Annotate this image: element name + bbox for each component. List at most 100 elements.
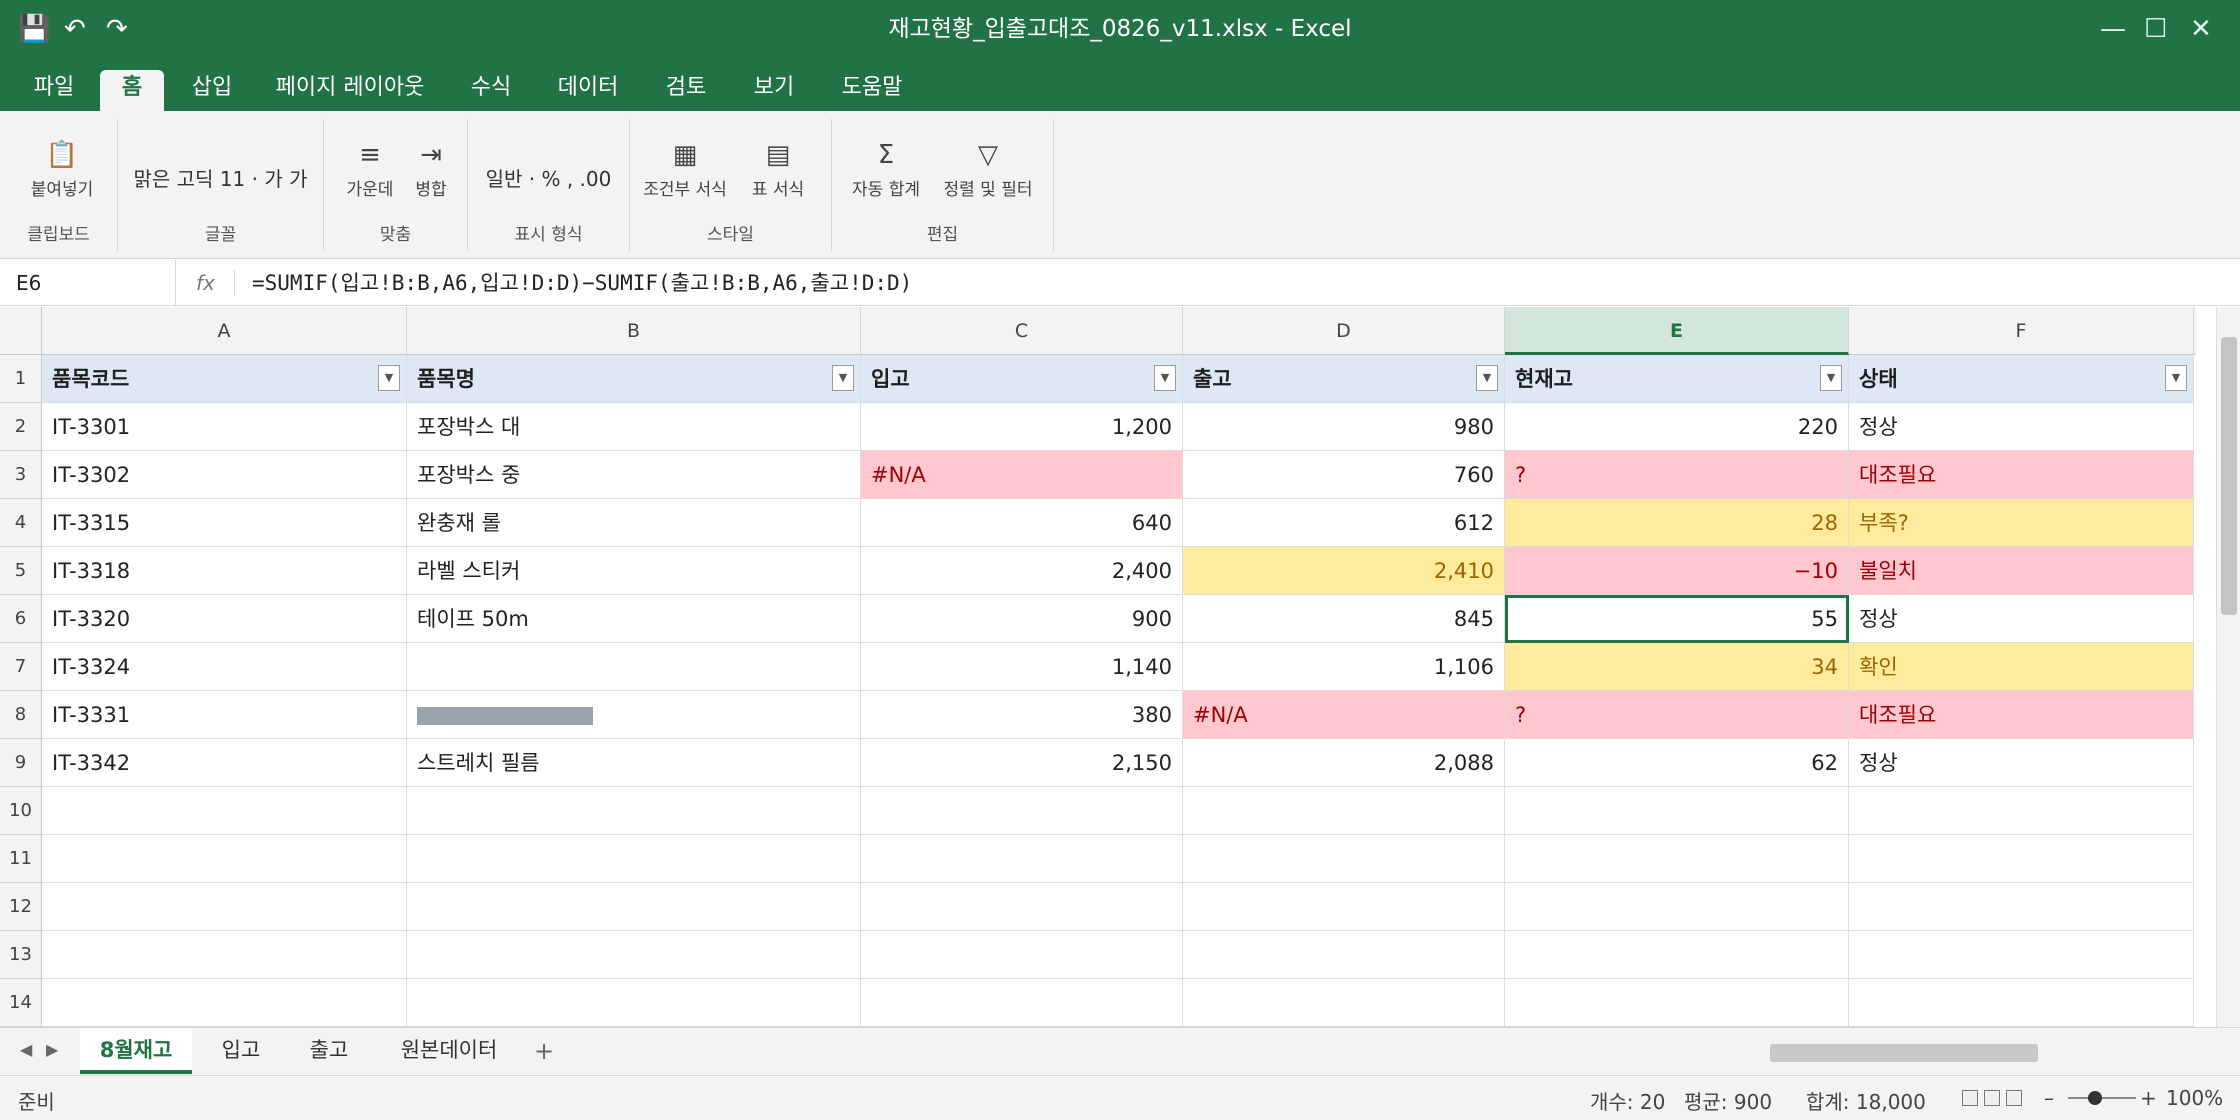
autosum-button[interactable]: Σ 자동 합계	[846, 139, 926, 200]
cell-in[interactable]: 2,150	[861, 739, 1183, 787]
column-header-f[interactable]: F	[1849, 307, 2194, 355]
cell-code[interactable]: IT-3318	[42, 547, 407, 595]
empty-cell[interactable]	[1505, 835, 1849, 883]
row-header-2[interactable]: 2	[0, 403, 42, 451]
cell-in[interactable]: 380	[861, 691, 1183, 739]
cell-stock[interactable]: −10	[1505, 547, 1849, 595]
cell-name[interactable]	[407, 643, 861, 691]
cell-in[interactable]: #N/A	[861, 451, 1183, 499]
row-header-7[interactable]: 7	[0, 643, 42, 691]
cell-code[interactable]: IT-3342	[42, 739, 407, 787]
cell-out[interactable]: 2,410	[1183, 547, 1505, 595]
tab-review[interactable]: 검토	[652, 70, 720, 111]
center-button[interactable]: ≡ 가운데	[342, 139, 398, 200]
row-header-10[interactable]: 10	[0, 787, 42, 835]
number-format-selector[interactable]: 일반 · % , .00	[468, 163, 629, 192]
page-break-view-icon[interactable]	[2006, 1090, 2022, 1106]
empty-cell[interactable]	[407, 931, 861, 979]
zoom-in-icon[interactable]: +	[2140, 1086, 2157, 1110]
row-header-14[interactable]: 14	[0, 979, 42, 1027]
row-header-8[interactable]: 8	[0, 691, 42, 739]
cell-code[interactable]: IT-3302	[42, 451, 407, 499]
font-selector[interactable]: 맑은 고딕 11 · 가 가	[118, 163, 323, 192]
empty-cell[interactable]	[1183, 835, 1505, 883]
empty-cell[interactable]	[407, 787, 861, 835]
formula-input[interactable]: =SUMIF(입고!B:B,A6,입고!D:D)−SUMIF(출고!B:B,A6…	[252, 260, 912, 306]
cell-status[interactable]: 정상	[1849, 403, 2194, 451]
cell-status[interactable]: 정상	[1849, 595, 2194, 643]
sheet-tab-outbound[interactable]: 출고	[294, 1028, 364, 1074]
next-sheet-icon[interactable]: ▶	[46, 1040, 58, 1059]
empty-cell[interactable]	[1505, 931, 1849, 979]
tab-view[interactable]: 보기	[740, 70, 808, 111]
empty-cell[interactable]	[861, 931, 1183, 979]
cell-status[interactable]: 불일치	[1849, 547, 2194, 595]
tab-help[interactable]: 도움말	[830, 70, 914, 111]
empty-cell[interactable]	[1505, 883, 1849, 931]
cell-out[interactable]: 612	[1183, 499, 1505, 547]
zoom-out-icon[interactable]: –	[2044, 1086, 2054, 1110]
row-header-1[interactable]: 1	[0, 355, 42, 403]
filter-dropdown-icon[interactable]: ▼	[2165, 365, 2187, 391]
cell-status[interactable]: 부족?	[1849, 499, 2194, 547]
sheet-tab-source-data[interactable]: 원본데이터	[384, 1028, 514, 1074]
cell-stock[interactable]: ?	[1505, 691, 1849, 739]
cell-out[interactable]: 2,088	[1183, 739, 1505, 787]
zoom-slider-knob[interactable]	[2088, 1091, 2102, 1105]
row-header-6[interactable]: 6	[0, 595, 42, 643]
sheet-tab-inbound[interactable]: 입고	[206, 1028, 276, 1074]
tab-insert[interactable]: 삽입	[180, 70, 244, 111]
empty-cell[interactable]	[1849, 787, 2194, 835]
cell-code[interactable]: IT-3331	[42, 691, 407, 739]
cell-name[interactable]: 완충재 롤	[407, 499, 861, 547]
cell-status[interactable]: 대조필요	[1849, 451, 2194, 499]
filter-dropdown-icon[interactable]: ▼	[1154, 365, 1176, 391]
empty-cell[interactable]	[407, 883, 861, 931]
column-header-a[interactable]: A	[42, 307, 407, 355]
format-as-table-button[interactable]: ▤ 표 서식	[740, 139, 816, 200]
empty-cell[interactable]	[42, 835, 407, 883]
row-header-11[interactable]: 11	[0, 835, 42, 883]
cell-in[interactable]: 1,140	[861, 643, 1183, 691]
cell-stock[interactable]: 28	[1505, 499, 1849, 547]
paste-button[interactable]: 📋 붙여넣기	[14, 139, 110, 200]
cell-name[interactable]: 스트레치 필름	[407, 739, 861, 787]
empty-cell[interactable]	[1183, 931, 1505, 979]
empty-cell[interactable]	[1505, 979, 1849, 1027]
sort-filter-button[interactable]: ▽ 정렬 및 필터	[936, 139, 1040, 200]
cell-code[interactable]: IT-3324	[42, 643, 407, 691]
cell-stock[interactable]: 220	[1505, 403, 1849, 451]
row-header-9[interactable]: 9	[0, 739, 42, 787]
cell-name[interactable]: 포장박스 중	[407, 451, 861, 499]
cell-code[interactable]: IT-3315	[42, 499, 407, 547]
filter-dropdown-icon[interactable]: ▼	[1476, 365, 1498, 391]
minimize-icon[interactable]: —	[2100, 12, 2126, 46]
cell-code[interactable]: IT-3320	[42, 595, 407, 643]
empty-cell[interactable]	[1849, 883, 2194, 931]
empty-cell[interactable]	[407, 979, 861, 1027]
zoom-slider[interactable]	[2068, 1097, 2136, 1099]
column-header-d[interactable]: D	[1183, 307, 1505, 355]
cell-code[interactable]: IT-3301	[42, 403, 407, 451]
empty-cell[interactable]	[1183, 787, 1505, 835]
table-header-stock[interactable]: 현재고 ▼	[1505, 355, 1849, 403]
table-header-status[interactable]: 상태 ▼	[1849, 355, 2194, 403]
cell-name[interactable]: 라벨 스티커	[407, 547, 861, 595]
cell-out[interactable]: #N/A	[1183, 691, 1505, 739]
page-layout-view-icon[interactable]	[1984, 1090, 2000, 1106]
empty-cell[interactable]	[1505, 787, 1849, 835]
tab-data[interactable]: 데이터	[546, 70, 630, 111]
cell-stock[interactable]: 62	[1505, 739, 1849, 787]
tab-home[interactable]: 홈	[100, 70, 164, 111]
column-header-e[interactable]: E	[1505, 307, 1849, 355]
cell-in[interactable]: 1,200	[861, 403, 1183, 451]
empty-cell[interactable]	[1849, 931, 2194, 979]
empty-cell[interactable]	[42, 883, 407, 931]
empty-cell[interactable]	[1849, 835, 2194, 883]
empty-cell[interactable]	[1183, 979, 1505, 1027]
cell-in[interactable]: 640	[861, 499, 1183, 547]
conditional-format-button[interactable]: ▦ 조건부 서식	[640, 139, 730, 200]
tab-formulas[interactable]: 수식	[456, 70, 526, 111]
row-header-3[interactable]: 3	[0, 451, 42, 499]
filter-dropdown-icon[interactable]: ▼	[378, 365, 400, 391]
